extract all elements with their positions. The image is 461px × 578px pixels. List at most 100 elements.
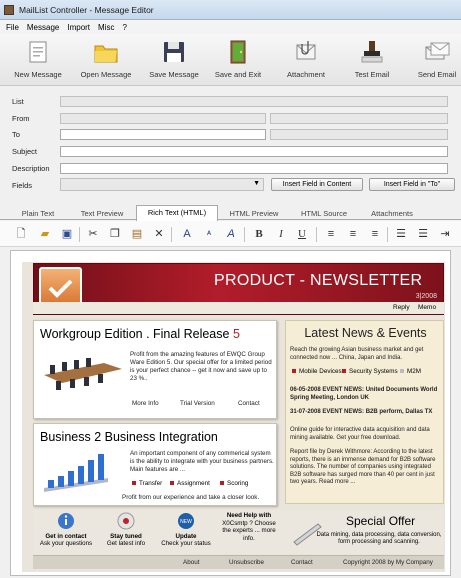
delete-icon[interactable]: ✕ [152,227,166,241]
contact-link[interactable]: Contact [238,400,260,407]
newsletter-footer: About Unsubscribe Contact Copyright 2008… [33,555,444,569]
italic-icon[interactable]: I [274,227,288,241]
attachment-label: Attachment [287,70,325,79]
newsletter-date: 3|2008 [415,293,437,300]
tag-mobile-devices: Mobile Devices [292,368,342,375]
report-text: Report file by Derek Withmore: According… [290,449,436,486]
open-message-label: Open Message [80,70,132,79]
font-icon[interactable]: A [180,227,194,241]
menu-import[interactable]: Import [67,23,90,32]
save-message-button[interactable]: Save Message [140,36,208,84]
reply-bar: Reply Memo [33,302,444,314]
special-offer-block[interactable]: Special Offer Data mining, data processi… [290,512,442,552]
footer-copyright: Copyright 2008 by My Company [343,559,433,566]
test-stamp-icon [361,41,383,63]
trial-version-link[interactable]: Trial Version [180,400,215,407]
bold-icon[interactable]: B [252,227,266,241]
insert-field-to-button[interactable]: Insert Field in "To" [369,178,455,191]
latest-intro: Reach the growing Asian business market … [290,347,424,361]
from-label: From [12,114,30,123]
bullet-scoring: Scoring [220,480,248,487]
b2b-card: Business 2 Business Integration An impor… [33,423,277,506]
special-offer-title: Special Offer [346,514,416,528]
tag-m2m: M2M [400,368,421,375]
online-guide-text: Online guide for interactive data acquis… [290,427,430,441]
need-help-item[interactable]: Need Help with X0Csmtp ? Choose the expe… [218,512,280,542]
get-in-contact-sub: Ask your questions [39,540,93,548]
test-email-button[interactable]: Test Email [338,36,406,84]
update-title: Update [175,532,197,540]
toolbar-separator [387,227,388,242]
align-left-icon[interactable]: ≡ [324,227,338,241]
attachment-button[interactable]: Attachment [272,36,340,84]
insert-field-content-button[interactable]: Insert Field in Content [271,178,363,191]
latest-news-title: Latest News & Events [304,326,427,340]
more-info-link[interactable]: More Info [132,400,159,407]
new-message-button[interactable]: New Message [4,36,72,84]
to-email-field[interactable] [270,129,448,140]
menu-help[interactable]: ? [122,23,126,32]
tab-html-preview[interactable]: HTML Preview [224,207,284,220]
open-folder-icon [94,45,118,63]
svg-text:NEW: NEW [180,519,192,525]
subject-field[interactable] [60,146,448,157]
font-size-icon[interactable]: ᴬ [202,227,216,241]
ordered-list-icon[interactable]: ☰ [394,227,408,241]
footer-contact-link[interactable]: Contact [291,559,313,566]
satellite-dish-icon [117,512,135,530]
workgroup-text: Profit from the amazing features of EWQC… [130,351,272,382]
new-message-icon [29,41,47,63]
from-email-field[interactable] [270,113,448,124]
paste-icon[interactable]: ▤ [130,227,144,241]
footer-about-link[interactable]: About [183,559,199,566]
menu-file[interactable]: File [6,23,19,32]
bullet-transfer: Transfer [132,480,162,487]
menu-message[interactable]: Message [27,23,59,32]
fields-dropdown[interactable]: ▼ [60,178,264,191]
stay-tuned-title: Stay tuned [110,532,142,540]
conference-table-image [44,358,122,390]
list-select[interactable] [60,96,448,107]
get-in-contact-item[interactable]: Get in contact Ask your questions [34,512,98,548]
list-label: List [12,97,24,106]
description-field[interactable] [60,163,448,174]
toolbar-separator [316,227,317,242]
save-and-exit-button[interactable]: Save and Exit [204,36,272,84]
tab-plain-text[interactable]: Plain Text [14,207,62,220]
cut-icon[interactable]: ✂ [86,227,100,241]
copy-icon[interactable]: ❐ [108,227,122,241]
memo-link[interactable]: Memo [418,304,436,311]
workgroup-card: Workgroup Edition . Final Release 5 Prof… [33,320,277,419]
stay-tuned-item[interactable]: Stay tuned Get latest info [100,512,152,548]
new-message-label: New Message [14,70,62,79]
tab-text-preview[interactable]: Text Preview [74,207,130,220]
new-doc-icon[interactable]: 🗋 [14,227,28,241]
bullet-list-icon[interactable]: ☰ [416,227,430,241]
from-name-field[interactable] [60,113,266,124]
save-icon[interactable]: ▣ [60,227,74,241]
align-center-icon[interactable]: ≡ [346,227,360,241]
reply-link[interactable]: Reply [393,304,410,311]
tab-html-source[interactable]: HTML Source [296,207,352,220]
open-icon[interactable]: ▰ [38,227,52,241]
b2b-text: An important component of any commerical… [130,450,274,473]
floppy-disk-icon [164,42,184,62]
tab-rich-text[interactable]: Rich Text (HTML) [136,205,218,221]
app-icon [4,4,14,15]
footer-unsubscribe-link[interactable]: Unsubscribe [229,559,264,566]
exit-door-icon [230,40,246,64]
test-email-label: Test Email [354,70,390,79]
font-color-icon[interactable]: A [224,227,238,241]
subject-label: Subject [12,147,38,156]
align-right-icon[interactable]: ≡ [368,227,382,241]
indent-icon[interactable]: ⇥ [438,227,452,241]
menu-misc[interactable]: Misc [98,23,114,32]
send-email-button[interactable]: Send Email [406,36,461,84]
info-icon [58,513,74,529]
tab-attachments[interactable]: Attachments [364,207,420,220]
latest-news-panel: Latest News & Events Reach the growing A… [285,320,444,504]
underline-icon[interactable]: U [295,227,309,241]
open-message-button[interactable]: Open Message [72,36,140,84]
update-item[interactable]: NEW Update Check your status [156,512,216,548]
to-name-field[interactable] [60,129,266,140]
